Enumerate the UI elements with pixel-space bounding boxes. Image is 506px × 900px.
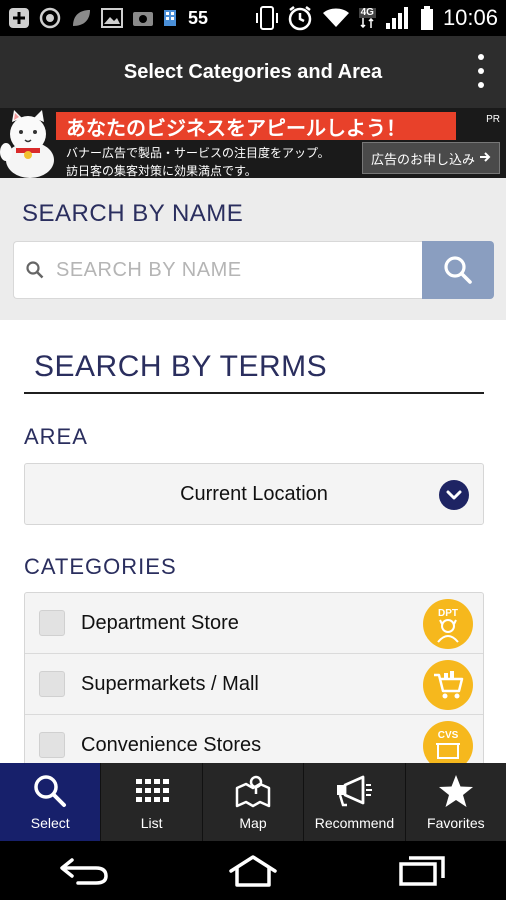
tab-label: Favorites xyxy=(427,815,485,831)
categories-label: CATEGORIES xyxy=(24,554,177,579)
overflow-dot xyxy=(478,54,484,60)
department-store-icon: DPT xyxy=(423,599,473,649)
search-by-terms-section: SEARCH BY TERMS AREA Current Location CA… xyxy=(0,320,506,763)
category-item-department-store[interactable]: Department Store DPT xyxy=(25,593,483,654)
heading-divider xyxy=(24,392,484,394)
category-item-convenience-stores[interactable]: Convenience Stores CVS xyxy=(25,715,483,763)
status-time: 10:06 xyxy=(442,5,498,30)
search-by-terms-heading: SEARCH BY TERMS xyxy=(34,350,328,383)
tab-label: Map xyxy=(239,815,267,831)
tab-favorites[interactable]: Favorites xyxy=(406,763,506,841)
ad-headline: あなたのビジネスをアピールしよう！ xyxy=(56,112,456,140)
back-button[interactable] xyxy=(44,851,124,891)
alarm-icon xyxy=(287,5,313,31)
megaphone-icon xyxy=(335,773,373,809)
overflow-dot xyxy=(478,82,484,88)
area-label: AREA xyxy=(24,424,88,449)
signal-icon xyxy=(385,6,411,30)
wifi-icon xyxy=(322,7,350,29)
ad-apply-button[interactable]: 広告のお申し込み xyxy=(362,142,500,174)
overflow-dot xyxy=(478,68,484,74)
tab-recommend[interactable]: Recommend xyxy=(304,763,406,841)
status-bar: 55 4G 10:06 xyxy=(0,0,506,36)
app-header: Select Categories and Area xyxy=(0,36,506,108)
search-icon xyxy=(444,256,472,284)
back-icon xyxy=(60,857,109,885)
bottom-tab-bar: Select List Map Recommend Favorites xyxy=(0,763,506,841)
area-select[interactable]: Current Location xyxy=(24,463,484,525)
recent-apps-button[interactable] xyxy=(382,851,462,891)
category-name: Supermarkets / Mall xyxy=(81,672,259,695)
page-title: Select Categories and Area xyxy=(123,60,383,83)
area-value: Current Location xyxy=(180,482,328,505)
tab-list[interactable]: List xyxy=(101,763,203,841)
building-notification-icon xyxy=(163,9,177,27)
tab-label: Recommend xyxy=(314,815,395,831)
category-checkbox[interactable] xyxy=(39,732,65,758)
ad-banner[interactable]: あなたのビジネスをアピールしよう！ バナー広告で製品・サービスの注目度をアップ。… xyxy=(0,108,506,178)
add-notification-icon xyxy=(8,7,30,29)
home-icon xyxy=(229,854,277,887)
convenience-store-badge-text: CVS xyxy=(438,730,459,741)
recent-apps-icon xyxy=(398,855,445,886)
convenience-store-icon: CVS xyxy=(423,721,473,763)
search-icon xyxy=(32,773,68,809)
notification-count: 55 xyxy=(188,7,209,28)
search-icon xyxy=(26,261,44,279)
list-icon xyxy=(134,773,170,809)
map-icon xyxy=(235,773,271,809)
overflow-menu-button[interactable] xyxy=(476,54,486,88)
category-list: Department Store DPT Supermarkets / Mall xyxy=(24,592,484,763)
ad-line-1: バナー広告で製品・サービスの注目度をアップ。 xyxy=(66,146,330,160)
search-by-name-section: SEARCH BY NAME xyxy=(0,178,506,320)
category-item-supermarkets-mall[interactable]: Supermarkets / Mall xyxy=(25,654,483,715)
ad-apply-label: 広告のお申し込み xyxy=(370,151,475,167)
category-name: Department Store xyxy=(81,611,239,634)
lucky-cat-icon xyxy=(0,110,54,178)
leaf-notification-icon xyxy=(70,7,92,29)
camera-notification-icon xyxy=(132,8,154,28)
battery-icon xyxy=(420,5,434,31)
vibrate-icon xyxy=(255,5,278,31)
shopping-cart-icon xyxy=(423,660,473,710)
tab-map[interactable]: Map xyxy=(203,763,305,841)
search-button[interactable] xyxy=(422,241,494,299)
system-nav-bar xyxy=(0,841,506,900)
category-checkbox[interactable] xyxy=(39,610,65,636)
ad-pr-label: PR xyxy=(486,114,500,125)
tab-label: Select xyxy=(30,815,70,831)
search-box[interactable] xyxy=(13,241,423,299)
star-icon xyxy=(438,773,474,809)
chevron-down-icon xyxy=(439,480,469,510)
search-input[interactable] xyxy=(56,258,396,282)
category-checkbox[interactable] xyxy=(39,671,65,697)
tab-label: List xyxy=(140,815,163,831)
network-type-label: 4G xyxy=(358,7,376,18)
app-notification-icon xyxy=(39,7,61,29)
tab-select[interactable]: Select xyxy=(0,763,102,841)
ad-line-2: 訪日客の集客対策に効果満点です。 xyxy=(66,164,257,178)
network-type-icon: 4G xyxy=(358,7,376,28)
department-store-badge-text: DPT xyxy=(438,608,458,619)
image-notification-icon xyxy=(101,8,123,28)
home-button[interactable] xyxy=(213,851,293,891)
category-name: Convenience Stores xyxy=(81,733,262,756)
arrow-right-icon xyxy=(479,151,491,166)
search-by-name-heading: SEARCH BY NAME xyxy=(22,200,244,227)
